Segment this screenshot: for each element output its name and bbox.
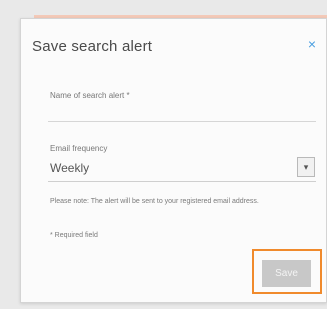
dialog-title: Save search alert <box>32 38 153 55</box>
close-icon[interactable]: × <box>305 36 319 52</box>
chevron-down-icon[interactable]: ▾ <box>297 157 315 177</box>
alert-name-label: Name of search alert * <box>50 91 130 100</box>
alert-name-input[interactable] <box>48 104 316 122</box>
email-note: Please note: The alert will be sent to y… <box>50 198 259 205</box>
email-frequency-select[interactable]: Weekly ▾ <box>48 156 316 182</box>
save-button[interactable]: Save <box>262 260 311 287</box>
email-frequency-label: Email frequency <box>50 144 108 153</box>
required-field-note: * Required field <box>50 232 98 239</box>
email-frequency-value: Weekly <box>50 161 90 175</box>
